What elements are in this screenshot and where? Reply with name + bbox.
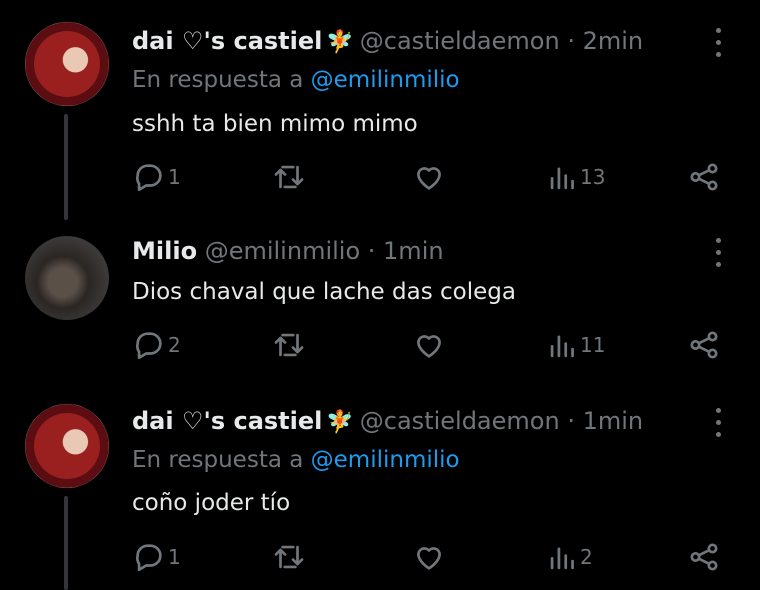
reply-prefix: En respuesta a	[132, 67, 304, 93]
reply-count: 2	[168, 333, 181, 357]
reply-mention-link[interactable]: @emilinmilio	[311, 447, 460, 473]
tweet-header: dai ♡'s castiel 🧚 @castieldaemon · 1min	[132, 406, 643, 438]
like-icon	[417, 335, 441, 358]
views-icon	[550, 335, 574, 358]
more-icon[interactable]	[708, 236, 728, 270]
share-button[interactable]	[687, 328, 721, 362]
display-name[interactable]: dai ♡'s castiel	[132, 27, 322, 55]
more-icon[interactable]	[708, 26, 728, 60]
handle[interactable]: @castieldaemon	[360, 407, 560, 435]
views-count: 2	[580, 545, 593, 569]
display-name[interactable]: dai ♡'s castiel	[132, 407, 322, 435]
avatar[interactable]	[25, 22, 109, 106]
like-button[interactable]	[412, 328, 446, 362]
like-icon	[417, 547, 441, 570]
share-icon	[690, 163, 718, 191]
tweet-text: Dios chaval que lache das colega	[132, 279, 516, 305]
thread-line	[64, 114, 68, 220]
retweet-button[interactable]	[272, 540, 306, 574]
action-bar: 2 11	[132, 328, 732, 362]
tweet-header: dai ♡'s castiel 🧚 @castieldaemon · 2min	[132, 26, 643, 58]
views-count: 11	[580, 333, 606, 357]
tweet-text: coño joder tío	[132, 490, 291, 516]
avatar[interactable]	[25, 404, 109, 488]
reply-icon	[135, 164, 162, 192]
reply-button[interactable]: 1	[132, 540, 181, 574]
more-icon[interactable]	[708, 406, 728, 440]
tweet-text: sshh ta bien mimo mimo	[132, 111, 418, 137]
views-button[interactable]: 2	[548, 540, 593, 574]
thread-line	[64, 496, 68, 590]
reply-icon	[135, 544, 162, 572]
views-button[interactable]: 13	[548, 160, 605, 194]
action-bar: 1 13	[132, 160, 732, 194]
tweet-3[interactable]: dai ♡'s castiel 🧚 @castieldaemon · 1min En…	[0, 390, 760, 590]
action-bar: 1 2	[132, 540, 732, 574]
timestamp[interactable]: · 1min	[368, 237, 444, 265]
timestamp[interactable]: · 1min	[567, 407, 643, 435]
display-name[interactable]: Milio	[132, 237, 197, 265]
fairy-emoji: 🧚	[326, 30, 354, 55]
reply-mention-link[interactable]: @emilinmilio	[311, 67, 460, 93]
retweet-icon	[274, 545, 304, 569]
tweet-1[interactable]: dai ♡'s castiel 🧚 @castieldaemon · 2min En…	[0, 0, 760, 220]
handle[interactable]: @castieldaemon	[360, 27, 560, 55]
tweet-2[interactable]: Milio @emilinmilio · 1min Dios chaval qu…	[0, 220, 760, 390]
like-button[interactable]	[412, 160, 446, 194]
reply-icon	[135, 332, 162, 360]
retweet-icon	[274, 165, 304, 189]
views-count: 13	[580, 165, 606, 189]
tweet-header: Milio @emilinmilio · 1min	[132, 236, 444, 266]
views-button[interactable]: 11	[548, 328, 605, 362]
share-icon	[690, 543, 718, 571]
retweet-button[interactable]	[272, 328, 306, 362]
reply-prefix: En respuesta a	[132, 447, 304, 473]
avatar[interactable]	[25, 236, 109, 320]
reply-button[interactable]: 1	[132, 160, 181, 194]
views-icon	[550, 167, 574, 190]
reply-count: 1	[168, 545, 181, 569]
handle[interactable]: @emilinmilio	[205, 237, 360, 265]
share-button[interactable]	[687, 540, 721, 574]
views-icon	[550, 547, 574, 570]
retweet-icon	[274, 333, 304, 357]
reply-context: En respuesta a @emilinmilio	[132, 65, 460, 95]
retweet-button[interactable]	[272, 160, 306, 194]
reply-count: 1	[168, 165, 181, 189]
reply-context: En respuesta a @emilinmilio	[132, 445, 460, 475]
share-icon	[690, 331, 718, 359]
reply-button[interactable]: 2	[132, 328, 181, 362]
like-button[interactable]	[412, 540, 446, 574]
share-button[interactable]	[687, 160, 721, 194]
like-icon	[417, 167, 441, 190]
timestamp[interactable]: · 2min	[567, 27, 643, 55]
fairy-emoji: 🧚	[326, 410, 354, 435]
